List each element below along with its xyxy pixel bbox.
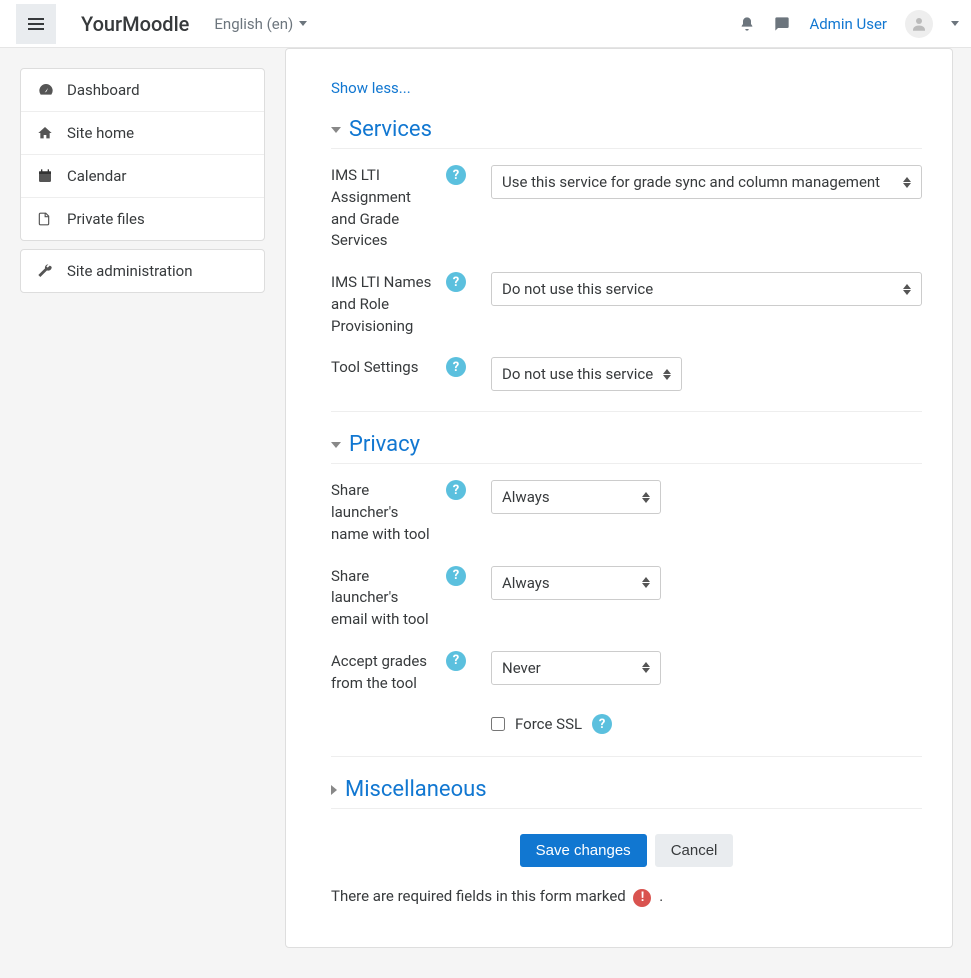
collapse-icon <box>331 442 341 448</box>
sort-icon <box>663 369 671 380</box>
sort-icon <box>642 492 650 503</box>
select-value: Never <box>502 659 541 677</box>
legend-privacy[interactable]: Privacy <box>331 432 922 463</box>
select-lti-names[interactable]: Do not use this service <box>491 272 922 306</box>
sidebar-item-label: Site home <box>67 124 134 142</box>
select-accept-grades[interactable]: Never <box>491 651 661 685</box>
fieldset-privacy: Privacy Share launcher's name with tool … <box>331 432 922 757</box>
select-value: Use this service for grade sync and colu… <box>502 173 880 191</box>
fieldset-misc: Miscellaneous <box>331 777 922 809</box>
select-tool-settings[interactable]: Do not use this service <box>491 357 682 391</box>
fieldset-services: Services IMS LTI Assignment and Grade Se… <box>331 117 922 412</box>
legend-label: Miscellaneous <box>345 777 487 802</box>
select-value: Do not use this service <box>502 365 653 383</box>
gauge-icon <box>37 82 55 98</box>
help-icon[interactable]: ? <box>446 272 466 292</box>
legend-services[interactable]: Services <box>331 117 922 148</box>
label-tool-settings: Tool Settings <box>331 357 446 379</box>
notifications-icon[interactable] <box>739 16 755 32</box>
legend-misc[interactable]: Miscellaneous <box>331 777 922 808</box>
home-icon <box>37 125 55 141</box>
label-accept-grades: Accept grades from the tool <box>331 651 446 695</box>
select-value: Always <box>502 574 550 592</box>
site-brand[interactable]: YourMoodle <box>81 12 189 36</box>
sort-icon <box>903 177 911 188</box>
label-lti-names: IMS LTI Names and Role Provisioning <box>331 272 446 337</box>
sidebar-item-label: Dashboard <box>67 81 140 99</box>
select-value: Always <box>502 488 550 506</box>
sort-icon <box>642 577 650 588</box>
sidebar-item-privatefiles[interactable]: Private files <box>21 198 264 240</box>
label-force-ssl: Force SSL <box>515 715 582 733</box>
user-menu-link[interactable]: Admin User <box>809 15 887 33</box>
help-icon[interactable]: ? <box>446 357 466 377</box>
help-icon[interactable]: ? <box>592 714 612 734</box>
help-icon[interactable]: ? <box>446 566 466 586</box>
legend-label: Privacy <box>349 432 420 457</box>
messages-icon[interactable] <box>773 16 791 32</box>
sidebar-item-siteadmin[interactable]: Site administration <box>21 250 264 292</box>
nav-drawer: Dashboard Site home Calendar Private fil… <box>0 48 285 978</box>
form-actions: Save changes Cancel <box>331 834 922 867</box>
select-share-name[interactable]: Always <box>491 480 661 514</box>
wrench-icon <box>37 263 55 279</box>
file-icon <box>37 211 55 227</box>
sidebar-item-dashboard[interactable]: Dashboard <box>21 69 264 112</box>
select-lti-grade[interactable]: Use this service for grade sync and colu… <box>491 165 922 199</box>
required-icon: ! <box>633 889 651 907</box>
avatar[interactable] <box>905 10 933 38</box>
sort-icon <box>642 662 650 673</box>
sidebar-item-sitehome[interactable]: Site home <box>21 112 264 155</box>
save-button[interactable]: Save changes <box>520 834 647 867</box>
select-value: Do not use this service <box>502 280 653 298</box>
help-icon[interactable]: ? <box>446 480 466 500</box>
legend-label: Services <box>349 117 432 142</box>
sidebar-item-calendar[interactable]: Calendar <box>21 155 264 198</box>
language-menu[interactable]: English (en) <box>214 15 307 33</box>
collapse-icon <box>331 127 341 133</box>
expand-icon <box>331 785 337 795</box>
label-share-name: Share launcher's name with tool <box>331 480 446 545</box>
user-menu-caret-icon[interactable] <box>951 21 959 26</box>
language-label: English (en) <box>214 15 293 33</box>
sidebar-item-label: Private files <box>67 210 145 228</box>
cancel-button[interactable]: Cancel <box>655 834 734 867</box>
sidebar-item-label: Site administration <box>67 262 192 280</box>
nav-drawer-toggle[interactable] <box>16 4 56 44</box>
show-less-link[interactable]: Show less... <box>331 79 411 97</box>
form-card: Show less... Services IMS LTI Assignment… <box>285 48 953 948</box>
caret-down-icon <box>299 21 307 26</box>
help-icon[interactable]: ? <box>446 165 466 185</box>
required-note: There are required fields in this form m… <box>331 887 922 907</box>
sidebar-item-label: Calendar <box>67 167 127 185</box>
required-note-text: There are required fields in this form m… <box>331 887 626 905</box>
label-lti-grade: IMS LTI Assignment and Grade Services <box>331 165 446 252</box>
checkbox-force-ssl[interactable] <box>491 717 505 731</box>
help-icon[interactable]: ? <box>446 651 466 671</box>
select-share-email[interactable]: Always <box>491 566 661 600</box>
hamburger-icon <box>28 23 44 25</box>
calendar-icon <box>37 168 55 184</box>
label-share-email: Share launcher's email with tool <box>331 566 446 631</box>
navbar: YourMoodle English (en) Admin User <box>0 0 971 48</box>
sort-icon <box>903 284 911 295</box>
